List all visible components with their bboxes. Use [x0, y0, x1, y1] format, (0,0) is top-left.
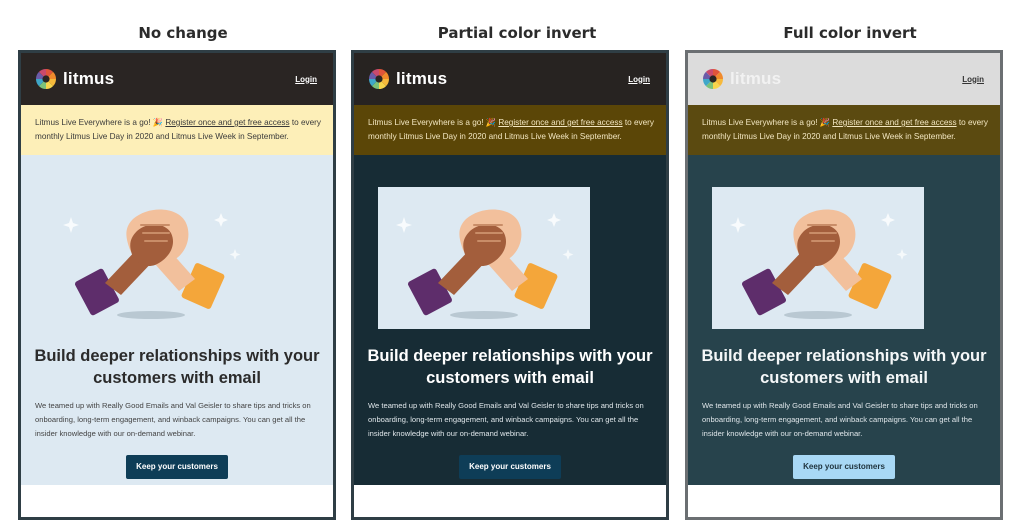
email-header: litmus Login [354, 53, 666, 105]
column-title-full-invert: Full color invert [783, 24, 917, 42]
litmus-logo[interactable]: litmus [702, 68, 781, 90]
body-paragraph: We teamed up with Really Good Emails and… [368, 401, 644, 438]
announcement-banner: Litmus Live Everywhere is a go! 🎉 Regist… [688, 105, 1000, 155]
email-body: Build deeper relationships with your cus… [688, 155, 1000, 485]
handshake-icon [730, 209, 908, 319]
column-title-partial-invert: Partial color invert [437, 24, 597, 42]
handshake-illustration-box [45, 187, 257, 329]
column-title-no-change: No change [138, 24, 228, 42]
login-link[interactable]: Login [295, 75, 317, 84]
banner-text: Litmus Live Everywhere is a go! 🎉 [702, 118, 833, 127]
login-link[interactable]: Login [628, 75, 650, 84]
keep-customers-button[interactable]: Keep your customers [793, 455, 895, 479]
hero-illustration [688, 155, 1000, 345]
brand-name: litmus [730, 69, 782, 88]
litmus-logo[interactable]: litmus [368, 68, 447, 90]
headline: Build deeper relationships with your cus… [701, 347, 987, 387]
banner-text: Litmus Live Everywhere is a go! 🎉 [35, 118, 166, 127]
brand-name: litmus [396, 69, 448, 88]
handshake-icon [396, 209, 574, 319]
register-link[interactable]: Register once and get free access [498, 118, 622, 127]
register-link[interactable]: Register once and get free access [165, 118, 289, 127]
email-preview-full-invert: litmus Login Litmus Live Everywhere is a… [685, 50, 1003, 520]
handshake-icon [63, 209, 241, 319]
email-header: litmus Login [688, 53, 1000, 105]
hero-illustration [21, 155, 333, 345]
email-body: Build deeper relationships with your cus… [354, 155, 666, 485]
banner-text: Litmus Live Everywhere is a go! 🎉 [368, 118, 499, 127]
login-link[interactable]: Login [962, 75, 984, 84]
keep-customers-button[interactable]: Keep your customers [126, 455, 228, 479]
register-link[interactable]: Register once and get free access [832, 118, 956, 127]
litmus-logo[interactable]: litmus [35, 68, 114, 90]
brand-name: litmus [63, 69, 115, 88]
body-paragraph: We teamed up with Really Good Emails and… [35, 401, 311, 438]
email-preview-partial-invert: litmus Login Litmus Live Everywhere is a… [351, 50, 669, 520]
body-paragraph: We teamed up with Really Good Emails and… [702, 401, 978, 438]
keep-customers-button[interactable]: Keep your customers [459, 455, 561, 479]
handshake-illustration-box [378, 187, 590, 329]
email-body: Build deeper relationships with your cus… [21, 155, 333, 485]
announcement-banner: Litmus Live Everywhere is a go! 🎉 Regist… [354, 105, 666, 155]
email-preview-no-change: litmus Login Litmus Live Everywhere is a… [18, 50, 336, 520]
email-header: litmus Login [21, 53, 333, 105]
headline: Build deeper relationships with your cus… [34, 347, 320, 387]
handshake-illustration-box [712, 187, 924, 329]
litmus-logo-icon [36, 69, 56, 89]
litmus-logo-icon [369, 69, 389, 89]
litmus-logo-icon [703, 69, 723, 89]
announcement-banner: Litmus Live Everywhere is a go! 🎉 Regist… [21, 105, 333, 155]
hero-illustration [354, 155, 666, 345]
headline: Build deeper relationships with your cus… [367, 347, 653, 387]
